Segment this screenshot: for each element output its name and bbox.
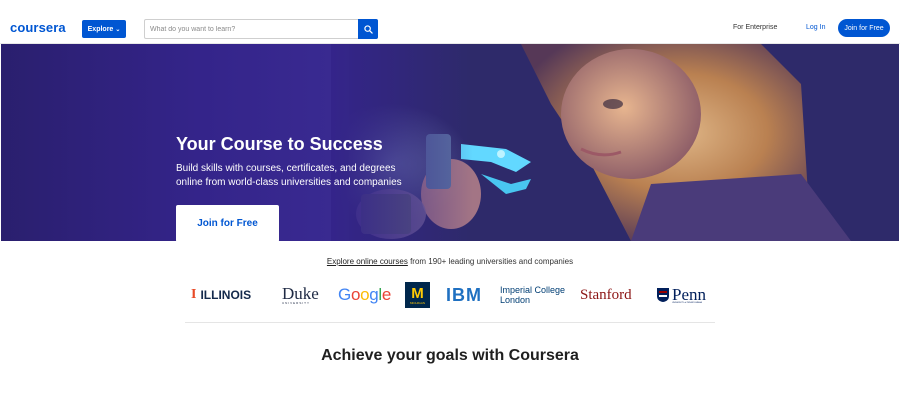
partners-caption: Explore online courses from 190+ leading… <box>0 257 900 266</box>
michigan-block: M MICHIGAN <box>405 282 430 308</box>
for-enterprise-link[interactable]: For Enterprise <box>733 24 777 31</box>
partner-logos: I ILLINOIS Duke UNIVERSITY Google M MICH… <box>0 280 900 310</box>
explore-button[interactable]: Explore ⌄ <box>82 20 126 38</box>
penn-sub: UNIVERSITY of PENNSYLVANIA <box>672 301 702 304</box>
michigan-logo[interactable]: M MICHIGAN <box>405 280 430 310</box>
michigan-mark: M <box>411 284 424 302</box>
penn-name: Penn <box>672 284 706 304</box>
duke-name: Duke <box>282 283 319 303</box>
login-link[interactable]: Log In <box>806 24 825 31</box>
penn-text: Penn UNIVERSITY of PENNSYLVANIA <box>672 284 706 304</box>
chevron-down-icon: ⌄ <box>115 26 121 33</box>
coursera-logo[interactable]: coursera <box>10 20 66 35</box>
hero-photo <box>331 44 899 241</box>
ibm-name: IBM <box>446 284 482 305</box>
imperial-logo[interactable]: Imperial College London <box>500 280 565 310</box>
imperial-line1: Imperial College <box>500 285 566 295</box>
section-title: Achieve your goals with Coursera <box>321 347 579 364</box>
michigan-sub: MICHIGAN <box>410 300 425 305</box>
hero-banner: Your Course to Success Build skills with… <box>1 44 899 241</box>
illinois-mark: I <box>191 287 197 302</box>
stanford-logo[interactable]: Stanford <box>580 280 632 310</box>
google-logo[interactable]: Google <box>338 280 391 310</box>
google-letter: o <box>360 285 370 304</box>
hero-join-button[interactable]: Join for Free <box>176 205 279 241</box>
duke-logo[interactable]: Duke UNIVERSITY <box>282 280 319 310</box>
hero-subtitle: Build skills with courses, certificates,… <box>176 162 416 190</box>
google-letter: e <box>381 285 392 304</box>
imperial-line2: London <box>500 295 531 305</box>
illinois-name: ILLINOIS <box>200 288 252 302</box>
penn-logo[interactable]: Penn UNIVERSITY of PENNSYLVANIA <box>656 280 706 310</box>
search-button[interactable] <box>358 19 378 39</box>
explore-label: Explore <box>87 25 114 33</box>
duke-sub: UNIVERSITY <box>282 300 311 305</box>
hero-subtitle-line1: Build skills with courses, certificates,… <box>176 163 396 174</box>
explore-online-courses-link[interactable]: Explore online courses <box>327 257 408 266</box>
penn-shield-icon <box>657 288 669 302</box>
ibm-logo[interactable]: IBM <box>446 280 482 310</box>
google-letter: o <box>350 285 361 304</box>
section-divider <box>185 322 715 323</box>
join-for-free-button[interactable]: Join for Free <box>838 19 890 37</box>
top-navbar: coursera Explore ⌄ For Enterprise Log In… <box>0 0 900 44</box>
partners-caption-rest: from 190+ leading universities and compa… <box>407 257 574 266</box>
illinois-logo[interactable]: I ILLINOIS <box>191 280 251 310</box>
hero-subtitle-line2: online from world-class universities and… <box>176 177 402 188</box>
search-icon <box>363 24 373 34</box>
google-letter: G <box>338 285 351 304</box>
google-name: Google <box>338 285 391 305</box>
hero-title: Your Course to Success <box>176 134 383 154</box>
search-bar <box>144 19 378 39</box>
search-input[interactable] <box>145 20 358 38</box>
stanford-name: Stanford <box>580 286 632 303</box>
